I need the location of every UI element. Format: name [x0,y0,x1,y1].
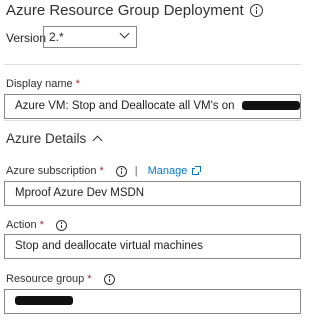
redaction-bar [15,296,73,306]
display-name-value: Azure VM: Stop and Deallocate all VM's o… [15,100,235,112]
required-marker: * [87,273,92,285]
external-link-icon [192,165,202,175]
required-marker: * [99,165,104,177]
version-label: Version [6,31,47,45]
chevron-up-icon [92,135,103,146]
required-marker: * [39,219,44,231]
info-icon[interactable] [249,4,263,17]
version-select-value: 2.* [49,30,64,44]
azure-details-heading: Azure Details [6,131,87,146]
azure-subscription-label: Azure subscription * | Manage [6,165,202,177]
chevron-down-icon [119,28,130,39]
azure-subscription-field[interactable]: Mproof Azure Dev MSDN [4,181,301,206]
azure-subscription-value: Mproof Azure Dev MSDN [15,187,145,199]
info-icon[interactable] [103,273,115,285]
info-icon[interactable] [55,219,67,231]
page-title: Azure Resource Group Deployment [6,2,263,19]
required-marker: * [75,78,80,90]
resource-group-field[interactable] [4,289,301,314]
action-label: Action * [6,219,67,231]
version-select[interactable]: 2.* [43,26,137,48]
display-name-field[interactable]: Azure VM: Stop and Deallocate all VM's o… [4,94,301,119]
azure-details-section-toggle[interactable]: Azure Details [6,131,103,146]
action-value: Stop and deallocate virtual machines [15,240,203,252]
divider [4,64,301,65]
manage-link[interactable]: Manage [148,165,202,177]
resource-group-label: Resource group * [6,273,115,285]
display-name-label: Display name * [6,78,80,90]
info-icon[interactable] [115,165,127,177]
page-title-text: Azure Resource Group Deployment [6,2,244,19]
action-select[interactable]: Stop and deallocate virtual machines [4,234,301,259]
divider [4,120,301,121]
separator: | [134,165,138,177]
redaction-bar [241,101,300,111]
